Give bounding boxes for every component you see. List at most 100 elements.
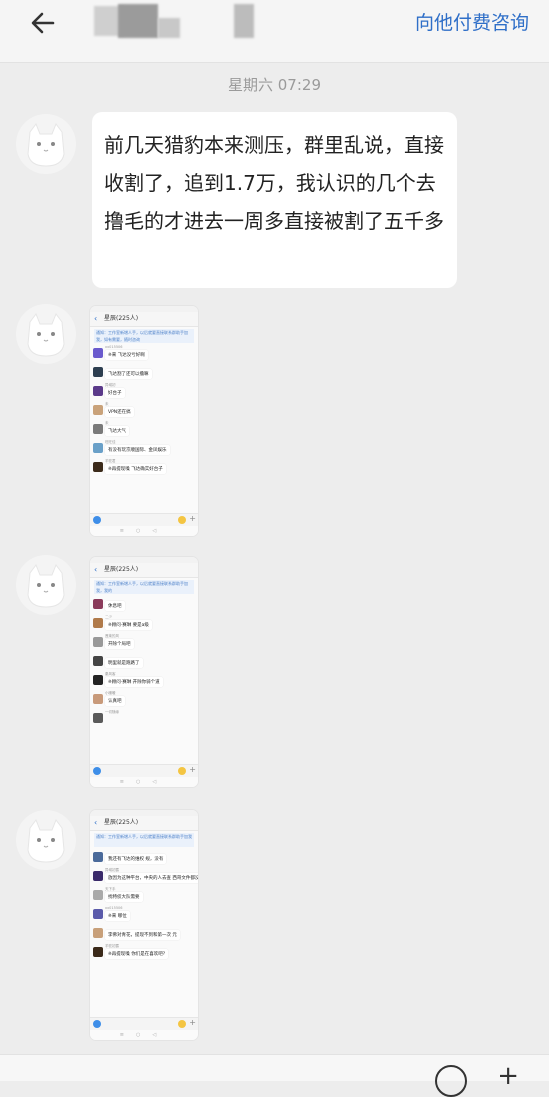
input-bar: +	[90, 1017, 198, 1030]
screenshot-image[interactable]: 星辰(225人) 通知：工作室新增人手，以后就要直接联系群助手加我，如有需要，随…	[90, 306, 198, 536]
chat-row: 小暖暖 认真吧	[93, 691, 195, 708]
message-list: xx015506 ※来 飞达没亏好啊 飞达割了还可以撸嘛 异域初 好台子未 VPN还在搞未…	[90, 345, 198, 476]
group-notice: 通知：工作室新增人手，以后就要直接联系群助手加我，如有需要，随时咨询	[94, 329, 194, 343]
chat-row: xx015506 ※来 哪位	[93, 906, 195, 923]
chat-text: ※再提现嗓 飞达确实好台子	[105, 464, 166, 474]
chat-avatar	[93, 618, 103, 628]
chat-row: 旺旺佳 有没有玩京顺国际、金凤娱乐	[93, 440, 195, 457]
voice-icon	[93, 516, 101, 524]
cat-avatar-icon	[27, 122, 65, 167]
chat-row: 羊驼君 ※再提现嗓 飞达确实好台子	[93, 459, 195, 476]
chat-avatar	[93, 367, 103, 377]
chat-row: xx015506 ※来 飞达没亏好啊	[93, 345, 195, 362]
paid-consult-link[interactable]: 向他付费咨询	[415, 8, 529, 35]
chat-text: 开除个局吧	[105, 639, 134, 649]
nav-bar: ≡○◁	[90, 777, 198, 787]
emoji-icon[interactable]	[435, 1065, 467, 1097]
chat-avatar	[93, 348, 103, 358]
chat-sender: 一切随缘	[105, 710, 119, 714]
chat-row: 未飞达大气	[93, 421, 195, 438]
redacted-name-block	[158, 18, 180, 38]
chat-text: 有没有玩京顺国际、金凤娱乐	[105, 445, 170, 455]
chat-row: 蓬莱的风 开除个局吧	[93, 634, 195, 651]
chat-avatar	[93, 871, 103, 881]
chat-avatar	[93, 424, 103, 434]
avatar[interactable]	[16, 555, 76, 615]
top-bar: 向他付费咨询	[0, 0, 549, 63]
chat-sender: xx015506	[105, 345, 123, 349]
chat-row: 一切随缘	[93, 710, 195, 727]
chat-row: 天下手 找特侦大队需要	[93, 887, 195, 904]
chat-row: 李佛对青花，提现不到和第一次 元	[93, 925, 195, 942]
group-title: 星辰(225人)	[90, 312, 198, 327]
message-timestamp: 星期六 07:29	[228, 76, 321, 94]
chat-row: 休息吧	[93, 596, 195, 613]
chat-text: 好台子	[105, 388, 125, 398]
avatar[interactable]	[16, 114, 76, 174]
avatar[interactable]	[16, 304, 76, 364]
chat-row: 秦风客 ※顾问·赛琳 开除你骑个道	[93, 672, 195, 689]
chat-avatar	[93, 928, 103, 938]
group-title: 星辰(225人)	[90, 563, 198, 578]
input-bar: +	[90, 513, 198, 526]
chat-avatar	[93, 443, 103, 453]
emoji-icon	[178, 1020, 186, 1028]
chat-row: 二少 ※顾问·赛琳 要是a级	[93, 615, 195, 632]
chat-avatar	[93, 386, 103, 396]
chat-avatar	[93, 637, 103, 647]
chat-row: 羊驼初露 ※再提现嗓 你们是在喜欢吧?	[93, 944, 195, 961]
chat-avatar	[93, 890, 103, 900]
chat-text: ※来 飞达没亏好啊	[105, 350, 148, 360]
screenshot-image[interactable]: 星辰(225人) 通知：工作室新增人手，以后就要直接联系群助手加我，我的 休息吧…	[90, 557, 198, 787]
input-bar: +	[90, 764, 198, 777]
chat-text: 明里就是跑路了	[105, 658, 143, 668]
back-arrow-icon[interactable]	[28, 8, 58, 38]
chat-avatar	[93, 405, 103, 415]
avatar[interactable]	[16, 810, 76, 870]
redacted-name-block	[234, 4, 254, 38]
voice-icon	[93, 1020, 101, 1028]
group-notice: 通知：工作室新增人手，以后就要直接联系群助手加我	[94, 833, 194, 847]
chat-text: 休息吧	[105, 601, 125, 611]
message-list: 我还有飞达的维权 规，没有异域初露 放因为这种平台，中央的人去查 西哥文件都没用天…	[90, 849, 198, 961]
chat-row: 飞达割了还可以撸嘛	[93, 364, 195, 381]
chat-avatar	[93, 947, 103, 957]
chat-avatar	[93, 909, 103, 919]
chat-text: ※来 哪位	[105, 911, 130, 921]
chat-text: 飞达大气	[105, 426, 129, 436]
emoji-icon	[178, 767, 186, 775]
chat-text: ※顾问·赛琳 要是a级	[105, 620, 152, 630]
plus-icon: +	[189, 514, 196, 523]
group-title: 星辰(225人)	[90, 816, 198, 831]
chat-text: 找特侦大队需要	[105, 892, 143, 902]
plus-icon: +	[189, 765, 196, 774]
chat-text: VPN还在搞	[105, 407, 134, 417]
chat-sender: xx015506	[105, 906, 123, 910]
chat-avatar	[93, 599, 103, 609]
message-list: 休息吧二少 ※顾问·赛琳 要是a级 蓬莱的风 开除个局吧明里就是跑路了秦风客 ※顾问·赛…	[90, 596, 198, 727]
group-notice: 通知：工作室新增人手，以后就要直接联系群助手加我，我的	[94, 580, 194, 594]
message-text: 前几天猎豹本来测压，群里乱说，直接收割了，追到1.7万，我认识的几个去撸毛的才进…	[104, 133, 444, 233]
chat-text: 放因为这种平台，中央的人去查 西哥文件都没用	[105, 873, 198, 883]
chat-row: 异域初 好台子	[93, 383, 195, 400]
cat-avatar-icon	[27, 563, 65, 608]
chat-text: 认真吧	[105, 696, 125, 706]
plus-icon[interactable]: +	[497, 1063, 519, 1089]
chat-text: 我还有飞达的维权 规，没有	[105, 854, 167, 864]
plus-icon: +	[189, 1018, 196, 1027]
chat-text: ※顾问·赛琳 开除你骑个道	[105, 677, 163, 687]
chat-row: 未 VPN还在搞	[93, 402, 195, 419]
voice-icon	[93, 767, 101, 775]
nav-bar: ≡○◁	[90, 526, 198, 536]
chat-text: 飞达割了还可以撸嘛	[105, 369, 152, 379]
cat-avatar-icon	[27, 312, 65, 357]
chat-row: 我还有飞达的维权 规，没有	[93, 849, 195, 866]
chat-avatar	[93, 656, 103, 666]
cat-avatar-icon	[27, 818, 65, 863]
chat-avatar	[93, 694, 103, 704]
chat-row: 异域初露 放因为这种平台，中央的人去查 西哥文件都没用	[93, 868, 198, 885]
screenshot-image[interactable]: 星辰(225人) 通知：工作室新增人手，以后就要直接联系群助手加我 我还有飞达的…	[90, 810, 198, 1040]
chat-avatar	[93, 852, 103, 862]
chat-avatar	[93, 713, 103, 723]
message-bubble[interactable]: 前几天猎豹本来测压，群里乱说，直接收割了，追到1.7万，我认识的几个去撸毛的才进…	[92, 112, 457, 288]
